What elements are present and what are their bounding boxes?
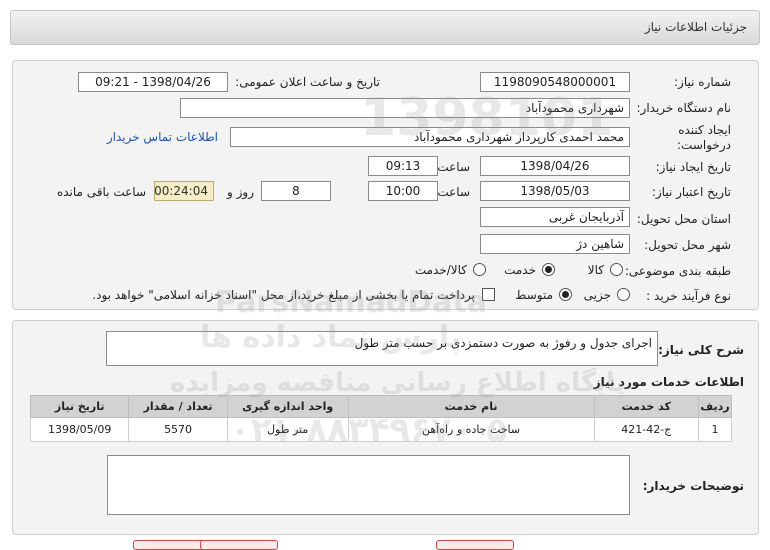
- treasury-payment-note: پرداخت تمام یا بخشی از مبلغ خرید،از محل …: [92, 288, 475, 302]
- cell-service-name: ساخت جاده و راه‌آهن: [347, 417, 595, 442]
- category-radio-goods[interactable]: [610, 263, 623, 276]
- created-date-field: 1398/04/26: [480, 156, 630, 176]
- process-radio-minor[interactable]: [617, 288, 630, 301]
- need-description-field: اجرای جدول و رفوژ به صورت دستمزدی بر حسب…: [106, 331, 658, 366]
- cell-need-date: 1398/05/09: [29, 417, 130, 442]
- validity-date-field: 1398/05/03: [480, 181, 630, 201]
- remaining-days-field: 8: [261, 181, 331, 201]
- buyer-notes-label: توضیحات خریدار:: [642, 479, 744, 493]
- category-option-goods: کالا: [587, 263, 604, 277]
- remaining-time-field: 00:24:04: [154, 181, 214, 201]
- need-description-label: شرح کلی نیاز:: [658, 343, 744, 357]
- validity-time-label: ساعت: [437, 185, 470, 199]
- treasury-payment-checkbox[interactable]: [482, 288, 495, 301]
- column-header-unit: واحد اندازه گیری: [226, 395, 349, 418]
- created-time-label: ساعت: [437, 160, 470, 174]
- column-header-quantity: تعداد / مقدار: [128, 395, 228, 418]
- remaining-time-label: ساعت باقی مانده: [56, 185, 146, 199]
- created-time-field: 09:13: [368, 156, 438, 176]
- services-table-header: ردیف کد خدمت نام خدمت واحد اندازه گیری ت…: [29, 395, 732, 418]
- validity-date-label: تاریخ اعتبار نیاز:: [651, 185, 731, 199]
- page-header: جزئیات اطلاعات نیاز: [10, 10, 760, 45]
- created-date-label: تاریخ ایجاد نیاز:: [655, 160, 731, 174]
- buyer-org-label: نام دستگاه خریدار:: [636, 101, 732, 115]
- process-radio-medium[interactable]: [559, 288, 572, 301]
- announce-date-label: تاریخ و ساعت اعلان عمومی:: [235, 75, 380, 89]
- services-table: ردیف کد خدمت نام خدمت واحد اندازه گیری ت…: [29, 395, 732, 442]
- process-option-minor: جزیی: [583, 288, 611, 302]
- cell-quantity: 5570: [128, 417, 228, 442]
- services-section-title: اطلاعات خدمات مورد نیاز: [593, 375, 744, 389]
- process-option-medium: متوسط: [515, 288, 553, 302]
- city-label: شهر محل تحویل:: [644, 238, 731, 252]
- column-header-service-name: نام خدمت: [347, 395, 595, 418]
- need-info-panel: شماره نیاز: 1198090548000001 تاریخ و ساع…: [12, 60, 759, 310]
- creator-label: ایجاد کننده درخواست:: [677, 123, 731, 152]
- page-title: جزئیات اطلاعات نیاز: [644, 20, 747, 34]
- cell-unit: متر طول: [226, 417, 349, 442]
- need-number-field: 1198090548000001: [480, 72, 630, 92]
- category-radio-goods-service[interactable]: [473, 263, 486, 276]
- need-number-label: شماره نیاز:: [674, 75, 731, 89]
- creator-field: محمد احمدی کارپرداز شهرداری محمودآباد: [230, 127, 630, 147]
- cell-service-code: ج-42-421: [593, 417, 699, 442]
- column-header-service-code: کد خدمت: [593, 395, 699, 418]
- city-field: شاهین دژ: [480, 234, 630, 254]
- cell-row-number: 1: [698, 417, 732, 442]
- action-button-3[interactable]: [436, 540, 514, 550]
- province-label: استان محل تحویل:: [636, 212, 731, 226]
- province-field: آذربایجان غربی: [480, 207, 630, 227]
- category-radio-service[interactable]: [542, 263, 555, 276]
- column-header-row: ردیف: [698, 395, 732, 418]
- announce-date-field: 1398/04/26 - 09:21: [78, 72, 228, 92]
- table-row: 1 ج-42-421 ساخت جاده و راه‌آهن متر طول 5…: [29, 417, 732, 442]
- action-button-2[interactable]: [200, 540, 278, 550]
- buyer-contact-link[interactable]: اطلاعات تماس خریدار: [107, 130, 218, 144]
- buyer-notes-field: [107, 455, 630, 515]
- validity-time-field: 10:00: [368, 181, 438, 201]
- category-option-service: خدمت: [504, 263, 536, 277]
- days-and-label: روز و: [227, 185, 254, 199]
- category-option-goods-service: کالا/خدمت: [414, 263, 467, 277]
- process-type-label: نوع فرآیند خرید :: [646, 289, 731, 303]
- category-label: طبقه بندی موضوعی:: [624, 264, 731, 278]
- column-header-need-date: تاریخ نیاز: [29, 395, 130, 418]
- buyer-org-field: شهرداری محمودآباد: [180, 98, 630, 118]
